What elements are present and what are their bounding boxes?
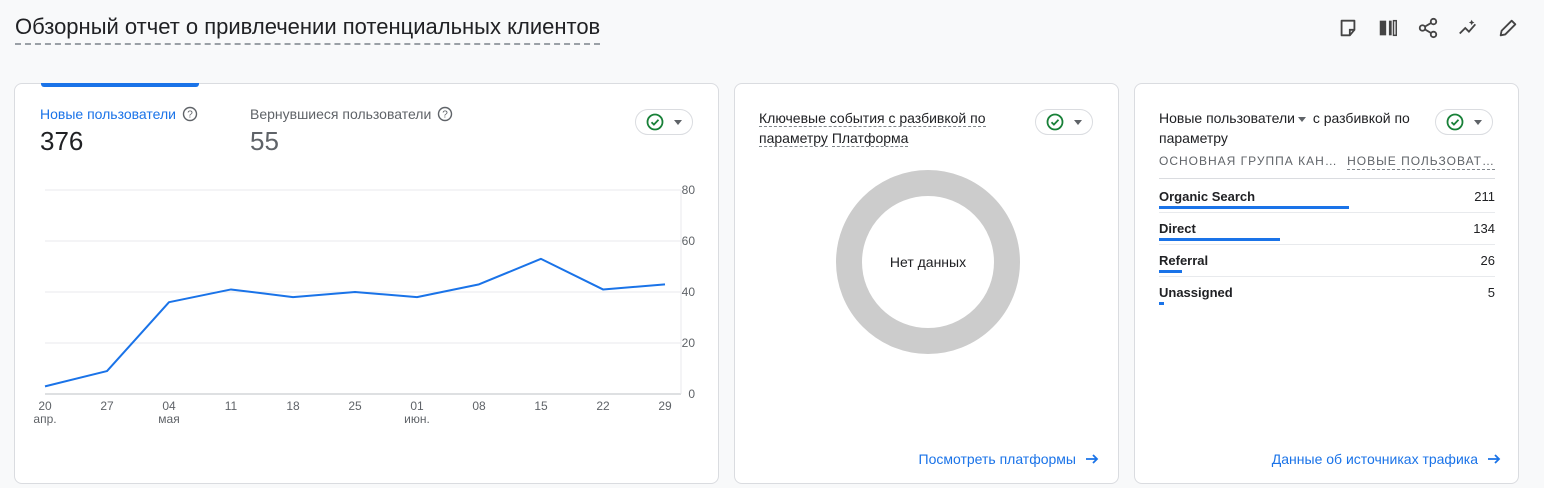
edit-pencil-icon [1499,19,1517,37]
toolbar [1336,16,1520,40]
table-header: ОСНОВНАЯ ГРУППА КАН… НОВЫЕ ПОЛЬЗОВАТ… [1159,154,1495,170]
x-tick-label: 25 [348,399,362,413]
line-chart: 020406080 20апр.27 04мая11 18 25 01июн.08 15 2… [33,183,696,426]
metric-returning-users[interactable]: Вернувшиеся пользователи ? 55 [250,106,453,157]
check-circle-icon [1446,113,1464,131]
x-tick-label: 29 [658,399,672,413]
comparison-dropdown[interactable] [1035,109,1093,135]
x-tick-sublabel: июн. [404,412,430,426]
check-circle-icon [646,113,664,131]
metric-new-users-label: Новые пользователи [40,106,176,122]
table-row[interactable]: Organic Search 211 [1159,180,1495,213]
svg-text:?: ? [187,110,193,121]
table-divider [1159,178,1495,179]
compare-columns-icon [1379,19,1397,37]
comparison-dropdown[interactable] [635,109,693,135]
chevron-down-icon [1474,119,1482,125]
new-users-by-channel-card: Новые пользователи с разбивкой по параме… [1134,83,1519,484]
chevron-down-icon [1074,119,1082,125]
chevron-down-icon [674,119,682,125]
help-icon[interactable]: ? [182,106,198,122]
card-title: Новые пользователи с разбивкой по параме… [1159,108,1419,148]
edit-button[interactable] [1496,16,1520,40]
x-tick-label: 08 [472,399,486,413]
share-icon [1418,17,1438,39]
insights-button[interactable] [1456,16,1480,40]
x-tick-label: 01 [410,399,424,413]
table-row[interactable]: Referral 26 [1159,244,1495,277]
column-header-new-users[interactable]: НОВЫЕ ПОЛЬЗОВАТ… [1347,154,1495,170]
no-data-text: Нет данных [890,254,966,270]
svg-text:?: ? [443,110,449,121]
check-circle-icon [1046,113,1064,131]
channel-name: Direct [1159,221,1196,236]
arrow-right-icon [1488,454,1501,464]
x-tick-sublabel: апр. [33,412,56,426]
page-title[interactable]: Обзорный отчет о привлечении потенциальн… [15,14,601,45]
view-platforms-link[interactable]: Посмотреть платформы [919,451,1101,467]
dimension-selector[interactable]: Платформа [831,130,909,147]
y-tick-label: 0 [688,387,695,401]
x-tick-label: 18 [286,399,300,413]
arrow-right-icon [1086,454,1099,464]
channel-value: 5 [1487,285,1495,300]
x-tick-label: 27 [100,399,114,413]
key-events-card: Ключевые события с разбивкой по параметр… [734,83,1119,484]
x-tick-label: 20 [38,399,52,413]
x-tick-sublabel: мая [158,412,179,426]
traffic-sources-link[interactable]: Данные об источниках трафика [1272,451,1502,467]
caret-down-icon [1297,116,1306,122]
metric-returning-users-label: Вернувшиеся пользователи [250,106,432,122]
value-bar [1159,238,1280,241]
note-button[interactable] [1336,16,1360,40]
value-bar [1159,206,1349,209]
value-bar [1159,270,1183,273]
channel-name: Organic Search [1159,189,1256,204]
y-tick-label: 60 [682,234,696,248]
comparison-dropdown[interactable] [1435,109,1493,135]
series-line [44,257,666,388]
x-tick-label: 15 [534,399,548,413]
active-tab-indicator [41,83,199,87]
x-tick-label: 04 [162,399,176,413]
metric-selector-label: Новые пользователи [1159,110,1295,126]
table-row[interactable]: Unassigned 5 [1159,276,1495,308]
value-bar [1159,302,1164,305]
help-icon[interactable]: ? [437,106,453,122]
share-button[interactable] [1416,16,1440,40]
channel-name: Unassigned [1159,285,1233,300]
card-title: Ключевые события с разбивкой по параметр… [759,108,1019,148]
metric-new-users-value: 376 [40,126,84,156]
table-row[interactable]: Direct 134 [1159,212,1495,245]
view-platforms-label: Посмотреть платформы [918,451,1077,467]
metric-returning-users-value: 55 [250,126,279,156]
traffic-sources-label: Данные об источниках трафика [1271,451,1478,467]
channel-value: 26 [1480,253,1495,268]
insights-icon [1459,19,1477,35]
compare-button[interactable] [1376,16,1400,40]
donut-chart: Нет данных [836,170,1020,354]
y-tick-label: 20 [682,336,696,350]
channel-value: 211 [1474,189,1495,204]
users-trend-card: Новые пользователи ? 376 Вернувшиеся пол… [14,83,719,484]
metric-selector[interactable]: Новые пользователи [1159,110,1309,126]
metric-new-users[interactable]: Новые пользователи ? 376 [40,106,198,157]
channel-value: 134 [1473,221,1495,236]
x-tick-label: 22 [596,399,610,413]
note-icon [1340,19,1356,37]
y-tick-label: 80 [682,183,696,197]
channel-name: Referral [1159,253,1209,268]
y-tick-label: 40 [682,285,696,299]
x-tick-label: 11 [225,399,238,413]
column-header-channel[interactable]: ОСНОВНАЯ ГРУППА КАН… [1159,154,1338,170]
